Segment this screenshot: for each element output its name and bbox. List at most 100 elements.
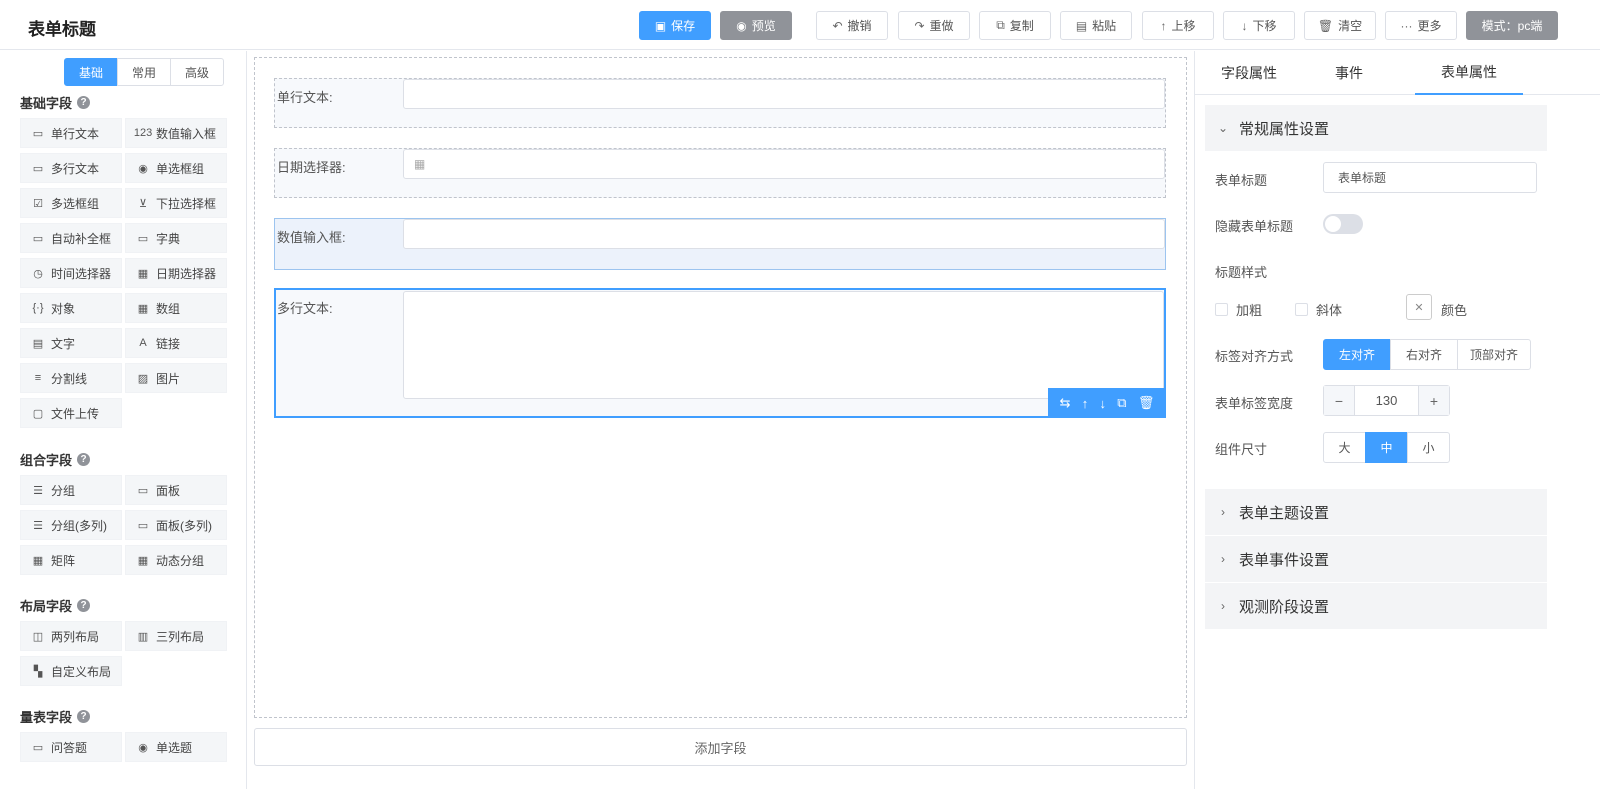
copy-icon[interactable]: ⧉ — [1117, 395, 1126, 411]
field-item[interactable]: ≡ 分割线 — [20, 363, 122, 393]
field-item[interactable]: 123 数值输入框 — [125, 118, 227, 148]
redo-button[interactable]: ↷ 重做 — [898, 11, 970, 40]
align-left-button[interactable]: 左对齐 — [1323, 339, 1391, 370]
number-icon: 123 — [133, 127, 153, 139]
field-item[interactable]: ⊻ 下拉选择框 — [125, 188, 227, 218]
field-item[interactable]: ◉ 单选题 — [125, 732, 227, 762]
mode-button[interactable]: 模式：pc端 — [1466, 11, 1558, 40]
field-item[interactable]: ▢ 文件上传 — [20, 398, 122, 428]
field-item-label: 单选框组 — [156, 161, 205, 176]
field-item[interactable]: ▭ 单行文本 — [20, 118, 122, 148]
field-item[interactable]: ▨ 图片 — [125, 363, 227, 393]
field-item[interactable]: ▭ 字典 — [125, 223, 227, 253]
select-icon: ⊻ — [138, 197, 148, 210]
color-picker[interactable]: ✕ — [1406, 294, 1432, 320]
field-item[interactable]: ▥ 三列布局 — [125, 621, 227, 651]
field-item[interactable]: ☰ 分组(多列) — [20, 510, 122, 540]
tab-field-props[interactable]: 字段属性 — [1195, 51, 1303, 95]
field-item[interactable]: ▦ 日期选择器 — [125, 258, 227, 288]
section-theme[interactable]: › 表单主题设置 — [1205, 489, 1547, 535]
form-title-input[interactable]: 表单标题 — [1323, 162, 1537, 193]
checkbox-box[interactable] — [1295, 303, 1308, 316]
group-title-composite: 组合字段 ? — [20, 450, 91, 469]
bold-checkbox[interactable]: 加粗 — [1215, 300, 1262, 319]
form-row-number[interactable]: 数值输入框: — [274, 218, 1166, 270]
field-item[interactable]: ▭ 多行文本 — [20, 153, 122, 183]
textarea-preview[interactable] — [403, 291, 1164, 399]
date-input-preview[interactable]: ▦ — [403, 149, 1165, 179]
field-item-label: 多行文本 — [51, 161, 100, 176]
panel-multi-icon: ▭ — [137, 519, 149, 532]
field-item[interactable]: ▦ 数组 — [125, 293, 227, 323]
number-input-preview[interactable] — [403, 219, 1165, 249]
arrow-up-icon[interactable]: ↑ — [1082, 396, 1089, 411]
help-icon[interactable]: ? — [77, 599, 91, 612]
field-item-label: 分割线 — [51, 371, 88, 386]
copy-button[interactable]: ⧉ 复制 — [979, 11, 1051, 40]
redo-icon: ↷ — [914, 18, 925, 33]
align-label: 标签对齐方式 — [1215, 349, 1294, 364]
field-item[interactable]: ▭ 问答题 — [20, 732, 122, 762]
field-item[interactable]: ☰ 分组 — [20, 475, 122, 505]
field-item[interactable]: ▭ 面板 — [125, 475, 227, 505]
size-large-button[interactable]: 大 — [1323, 432, 1366, 463]
label-width-value[interactable]: 130 — [1355, 386, 1418, 415]
row-label: 多行文本: — [277, 301, 333, 316]
section-theme-title: 表单主题设置 — [1239, 504, 1330, 522]
checkbox-box[interactable] — [1215, 303, 1228, 316]
field-item[interactable]: ◉ 单选框组 — [125, 153, 227, 183]
form-row-textarea[interactable]: 多行文本: ⇆ ↑ ↓ ⧉ 🗑 — [274, 288, 1166, 418]
field-item[interactable]: ▭ 自动补全框 — [20, 223, 122, 253]
minus-icon[interactable]: − — [1324, 386, 1355, 415]
add-field-button[interactable]: 添加字段 — [254, 728, 1187, 766]
align-right-button[interactable]: 右对齐 — [1390, 339, 1458, 370]
save-button[interactable]: ▣ 保存 — [639, 11, 711, 40]
field-item-label: 字典 — [156, 231, 181, 246]
italic-checkbox[interactable]: 斜体 — [1295, 300, 1342, 319]
more-button[interactable]: ··· 更多 — [1385, 11, 1457, 40]
autocomplete-icon: ▭ — [32, 232, 44, 245]
section-events[interactable]: › 表单事件设置 — [1205, 536, 1547, 582]
section-general[interactable]: ⌄ 常规属性设置 — [1205, 105, 1547, 151]
help-icon[interactable]: ? — [77, 96, 91, 109]
preview-button[interactable]: ◉ 预览 — [720, 11, 792, 40]
hide-title-switch[interactable] — [1323, 214, 1363, 234]
field-item[interactable]: ▚ 自定义布局 — [20, 656, 122, 686]
field-item[interactable]: ☑ 多选框组 — [20, 188, 122, 218]
field-item[interactable]: ▦ 动态分组 — [125, 545, 227, 575]
form-row-text[interactable]: 单行文本: — [274, 78, 1166, 128]
label-width-stepper[interactable]: − 130 + — [1323, 385, 1450, 416]
field-item[interactable]: ▦ 矩阵 — [20, 545, 122, 575]
switch-field-icon[interactable]: ⇆ — [1060, 395, 1071, 411]
move-down-button[interactable]: ↓ 下移 — [1223, 11, 1295, 40]
tab-basic[interactable]: 基础 — [64, 58, 118, 86]
help-icon[interactable]: ? — [77, 710, 91, 723]
tab-advanced[interactable]: 高级 — [170, 58, 224, 86]
align-top-button[interactable]: 顶部对齐 — [1457, 339, 1531, 370]
form-row-date[interactable]: 日期选择器: ▦ — [274, 148, 1166, 198]
tab-events[interactable]: 事件 — [1295, 51, 1403, 95]
arrow-down-icon[interactable]: ↓ — [1100, 396, 1107, 411]
move-up-button[interactable]: ↑ 上移 — [1142, 11, 1214, 40]
clear-button[interactable]: 🗑 清空 — [1304, 11, 1376, 40]
trash-icon[interactable]: 🗑 — [1138, 395, 1155, 411]
plus-icon[interactable]: + — [1418, 386, 1449, 415]
size-small-button[interactable]: 小 — [1407, 432, 1450, 463]
section-stage[interactable]: › 观测阶段设置 — [1205, 583, 1547, 629]
field-item[interactable]: ◫ 两列布局 — [20, 621, 122, 651]
field-item[interactable]: {·} 对象 — [20, 293, 122, 323]
tab-form-props[interactable]: 表单属性 — [1415, 51, 1523, 95]
field-item[interactable]: ▤ 文字 — [20, 328, 122, 358]
two-col-icon: ◫ — [32, 630, 44, 643]
dynamic-group-icon: ▦ — [137, 554, 149, 567]
tab-common[interactable]: 常用 — [117, 58, 171, 86]
single-choice-icon: ◉ — [138, 741, 148, 754]
size-medium-button[interactable]: 中 — [1365, 432, 1408, 463]
field-item[interactable]: A 链接 — [125, 328, 227, 358]
field-item[interactable]: ▭ 面板(多列) — [125, 510, 227, 540]
paste-button[interactable]: ▤ 粘贴 — [1060, 11, 1132, 40]
undo-button[interactable]: ↶ 撤销 — [816, 11, 888, 40]
text-input-preview[interactable] — [403, 79, 1165, 109]
help-icon[interactable]: ? — [77, 453, 91, 466]
field-item[interactable]: ◷ 时间选择器 — [20, 258, 122, 288]
